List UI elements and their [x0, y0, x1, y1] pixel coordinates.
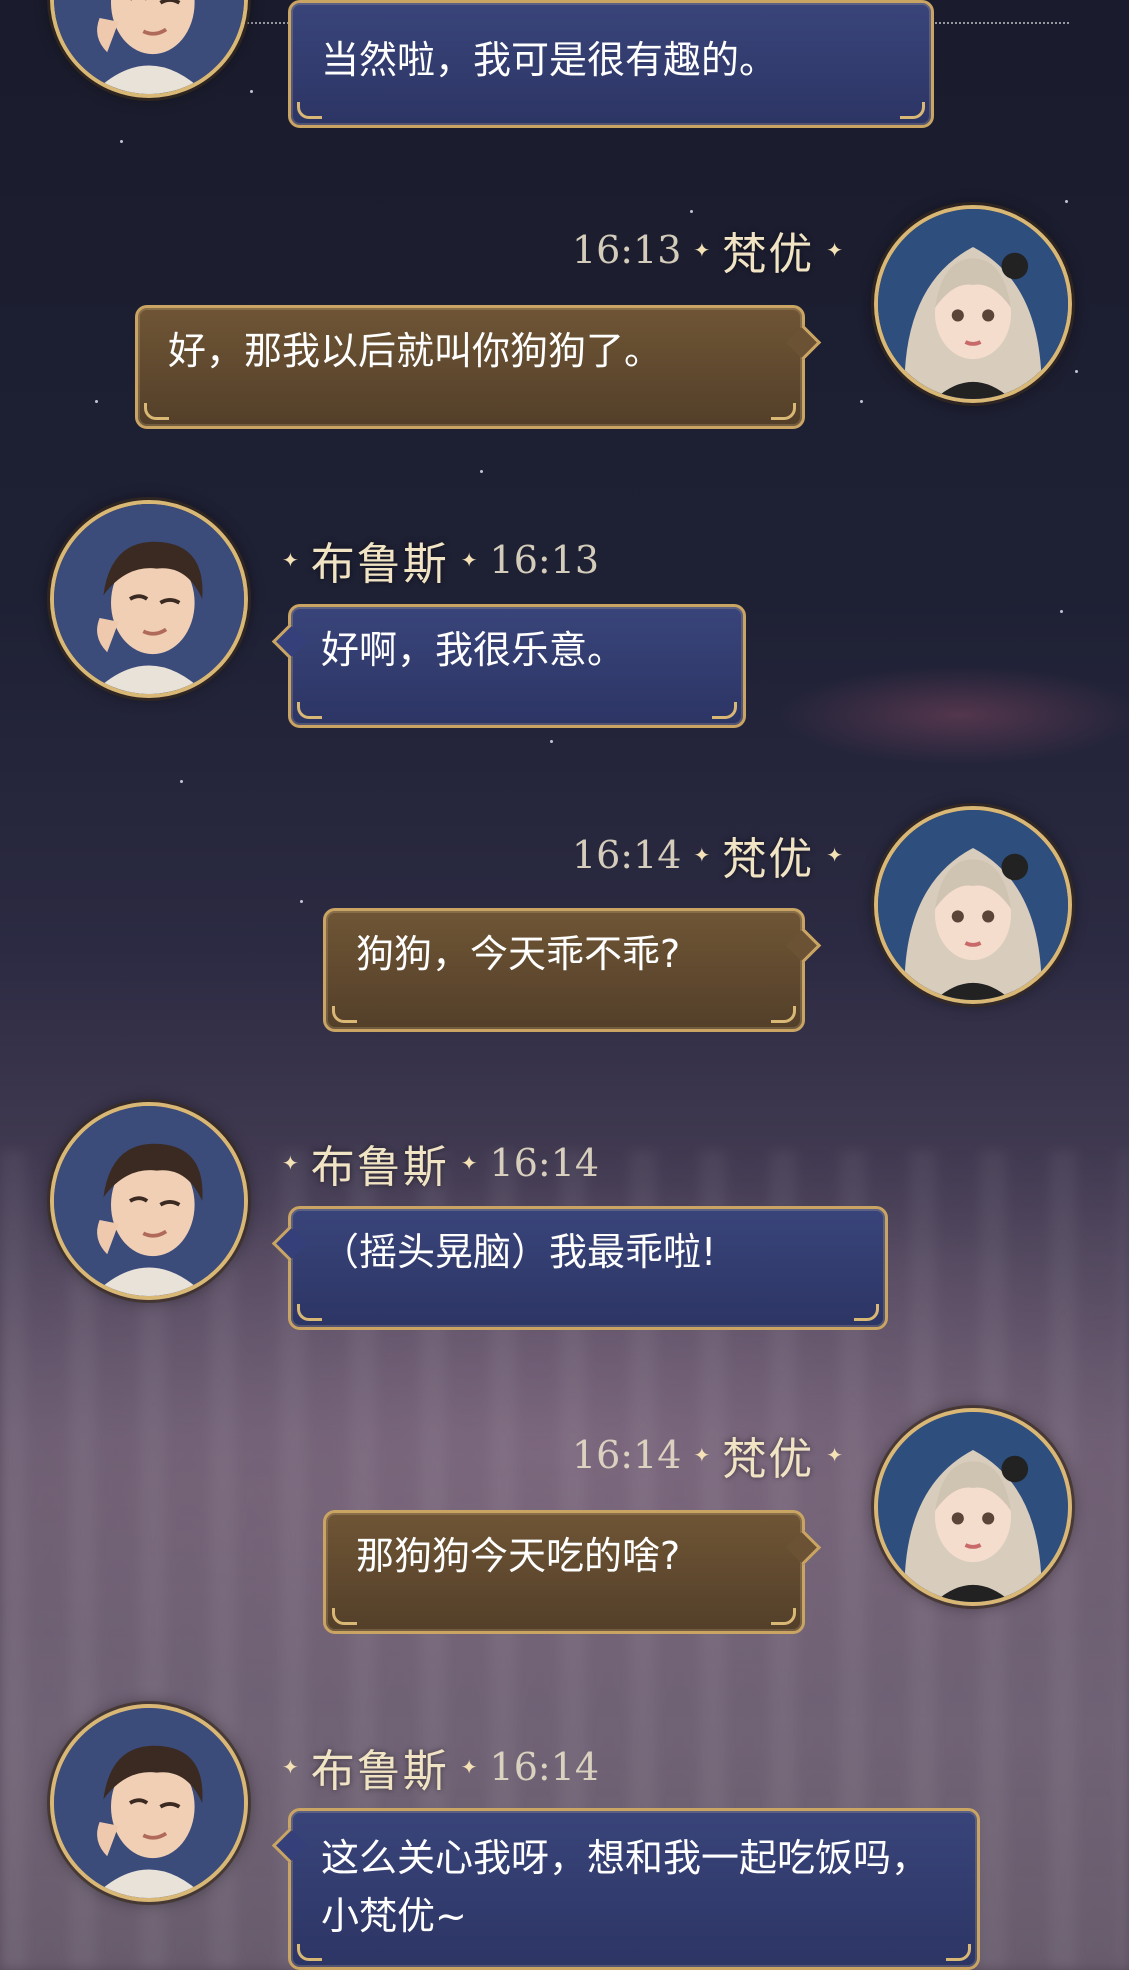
message-bubble-fanyou: 狗狗，今天乖不乖? — [323, 908, 822, 1032]
sparkle-icon: ✦ — [282, 1151, 299, 1175]
message-bubble-fanyou: 那狗狗今天吃的啥? — [323, 1510, 822, 1634]
bruce-avatar-icon[interactable] — [50, 0, 248, 98]
message-meta-bruce: ✦ 布鲁斯 ✦ 16:14 — [282, 1737, 599, 1797]
message-text: 当然啦，我可是很有趣的。 — [321, 38, 778, 82]
message-meta-bruce: ✦ 布鲁斯 ✦ 16:13 — [282, 530, 599, 590]
message-time: 16:13 — [571, 228, 682, 272]
message-bubble-bruce: 当然啦，我可是很有趣的。 — [288, 0, 934, 128]
bubble-tail — [271, 623, 308, 660]
message-bubble-fanyou: 好，那我以后就叫你狗狗了。 — [135, 305, 822, 429]
bruce-avatar-icon[interactable] — [50, 1102, 248, 1300]
sparkle-icon: ✦ — [282, 1755, 299, 1779]
sparkle-icon: ✦ — [693, 238, 711, 262]
message-text: 好，那我以后就叫你狗狗了。 — [168, 329, 663, 373]
sparkle-icon: ✦ — [826, 1443, 843, 1467]
sender-name: 梵优 — [722, 229, 815, 280]
sparkle-icon: ✦ — [460, 548, 478, 572]
sparkle-icon: ✦ — [460, 1151, 478, 1175]
fanyou-avatar-icon[interactable] — [874, 806, 1072, 1004]
message-time: 16:13 — [489, 538, 600, 582]
sparkle-icon: ✦ — [282, 548, 299, 572]
message-meta-fanyou: 16:13 ✦ 梵优 ✦ — [572, 220, 843, 280]
message-bubble-bruce: 这么关心我呀，想和我一起吃饭吗，小梵优~ — [271, 1808, 980, 1970]
bubble-tail — [785, 927, 822, 964]
bubble-tail — [785, 324, 822, 361]
fanyou-avatar-icon[interactable] — [874, 1408, 1072, 1606]
message-text: 好啊，我很乐意。 — [321, 628, 626, 672]
sender-name: 梵优 — [722, 834, 815, 885]
message-meta-fanyou: 16:14 ✦ 梵优 ✦ — [572, 825, 843, 885]
message-text: 那狗狗今天吃的啥? — [356, 1534, 681, 1578]
bruce-avatar-icon[interactable] — [50, 500, 248, 698]
message-text: （摇头晃脑）我最乖啦! — [321, 1230, 717, 1274]
message-time: 16:14 — [571, 833, 682, 877]
message-time: 16:14 — [489, 1141, 600, 1185]
sparkle-icon: ✦ — [693, 1443, 711, 1467]
sender-name: 布鲁斯 — [310, 1142, 449, 1193]
bruce-avatar-icon[interactable] — [50, 1704, 248, 1902]
sparkle-icon: ✦ — [826, 238, 843, 262]
message-time: 16:14 — [571, 1433, 682, 1477]
message-text: 这么关心我呀，想和我一起吃饭吗，小梵优~ — [321, 1836, 930, 1938]
sender-name: 布鲁斯 — [310, 539, 449, 590]
message-meta-bruce: ✦ 布鲁斯 ✦ 16:14 — [282, 1133, 599, 1193]
sender-name: 布鲁斯 — [310, 1746, 449, 1797]
sparkle-icon: ✦ — [460, 1755, 478, 1779]
message-bubble-bruce: （摇头晃脑）我最乖啦! — [271, 1206, 888, 1330]
sparkle-icon: ✦ — [826, 843, 843, 867]
message-text: 狗狗，今天乖不乖? — [356, 932, 681, 976]
fanyou-avatar-icon[interactable] — [874, 205, 1072, 403]
message-time: 16:14 — [489, 1745, 600, 1789]
message-meta-fanyou: 16:14 ✦ 梵优 ✦ — [572, 1425, 843, 1485]
message-bubble-bruce: 好啊，我很乐意。 — [271, 604, 746, 728]
sender-name: 梵优 — [722, 1434, 815, 1485]
sparkle-icon: ✦ — [693, 843, 711, 867]
